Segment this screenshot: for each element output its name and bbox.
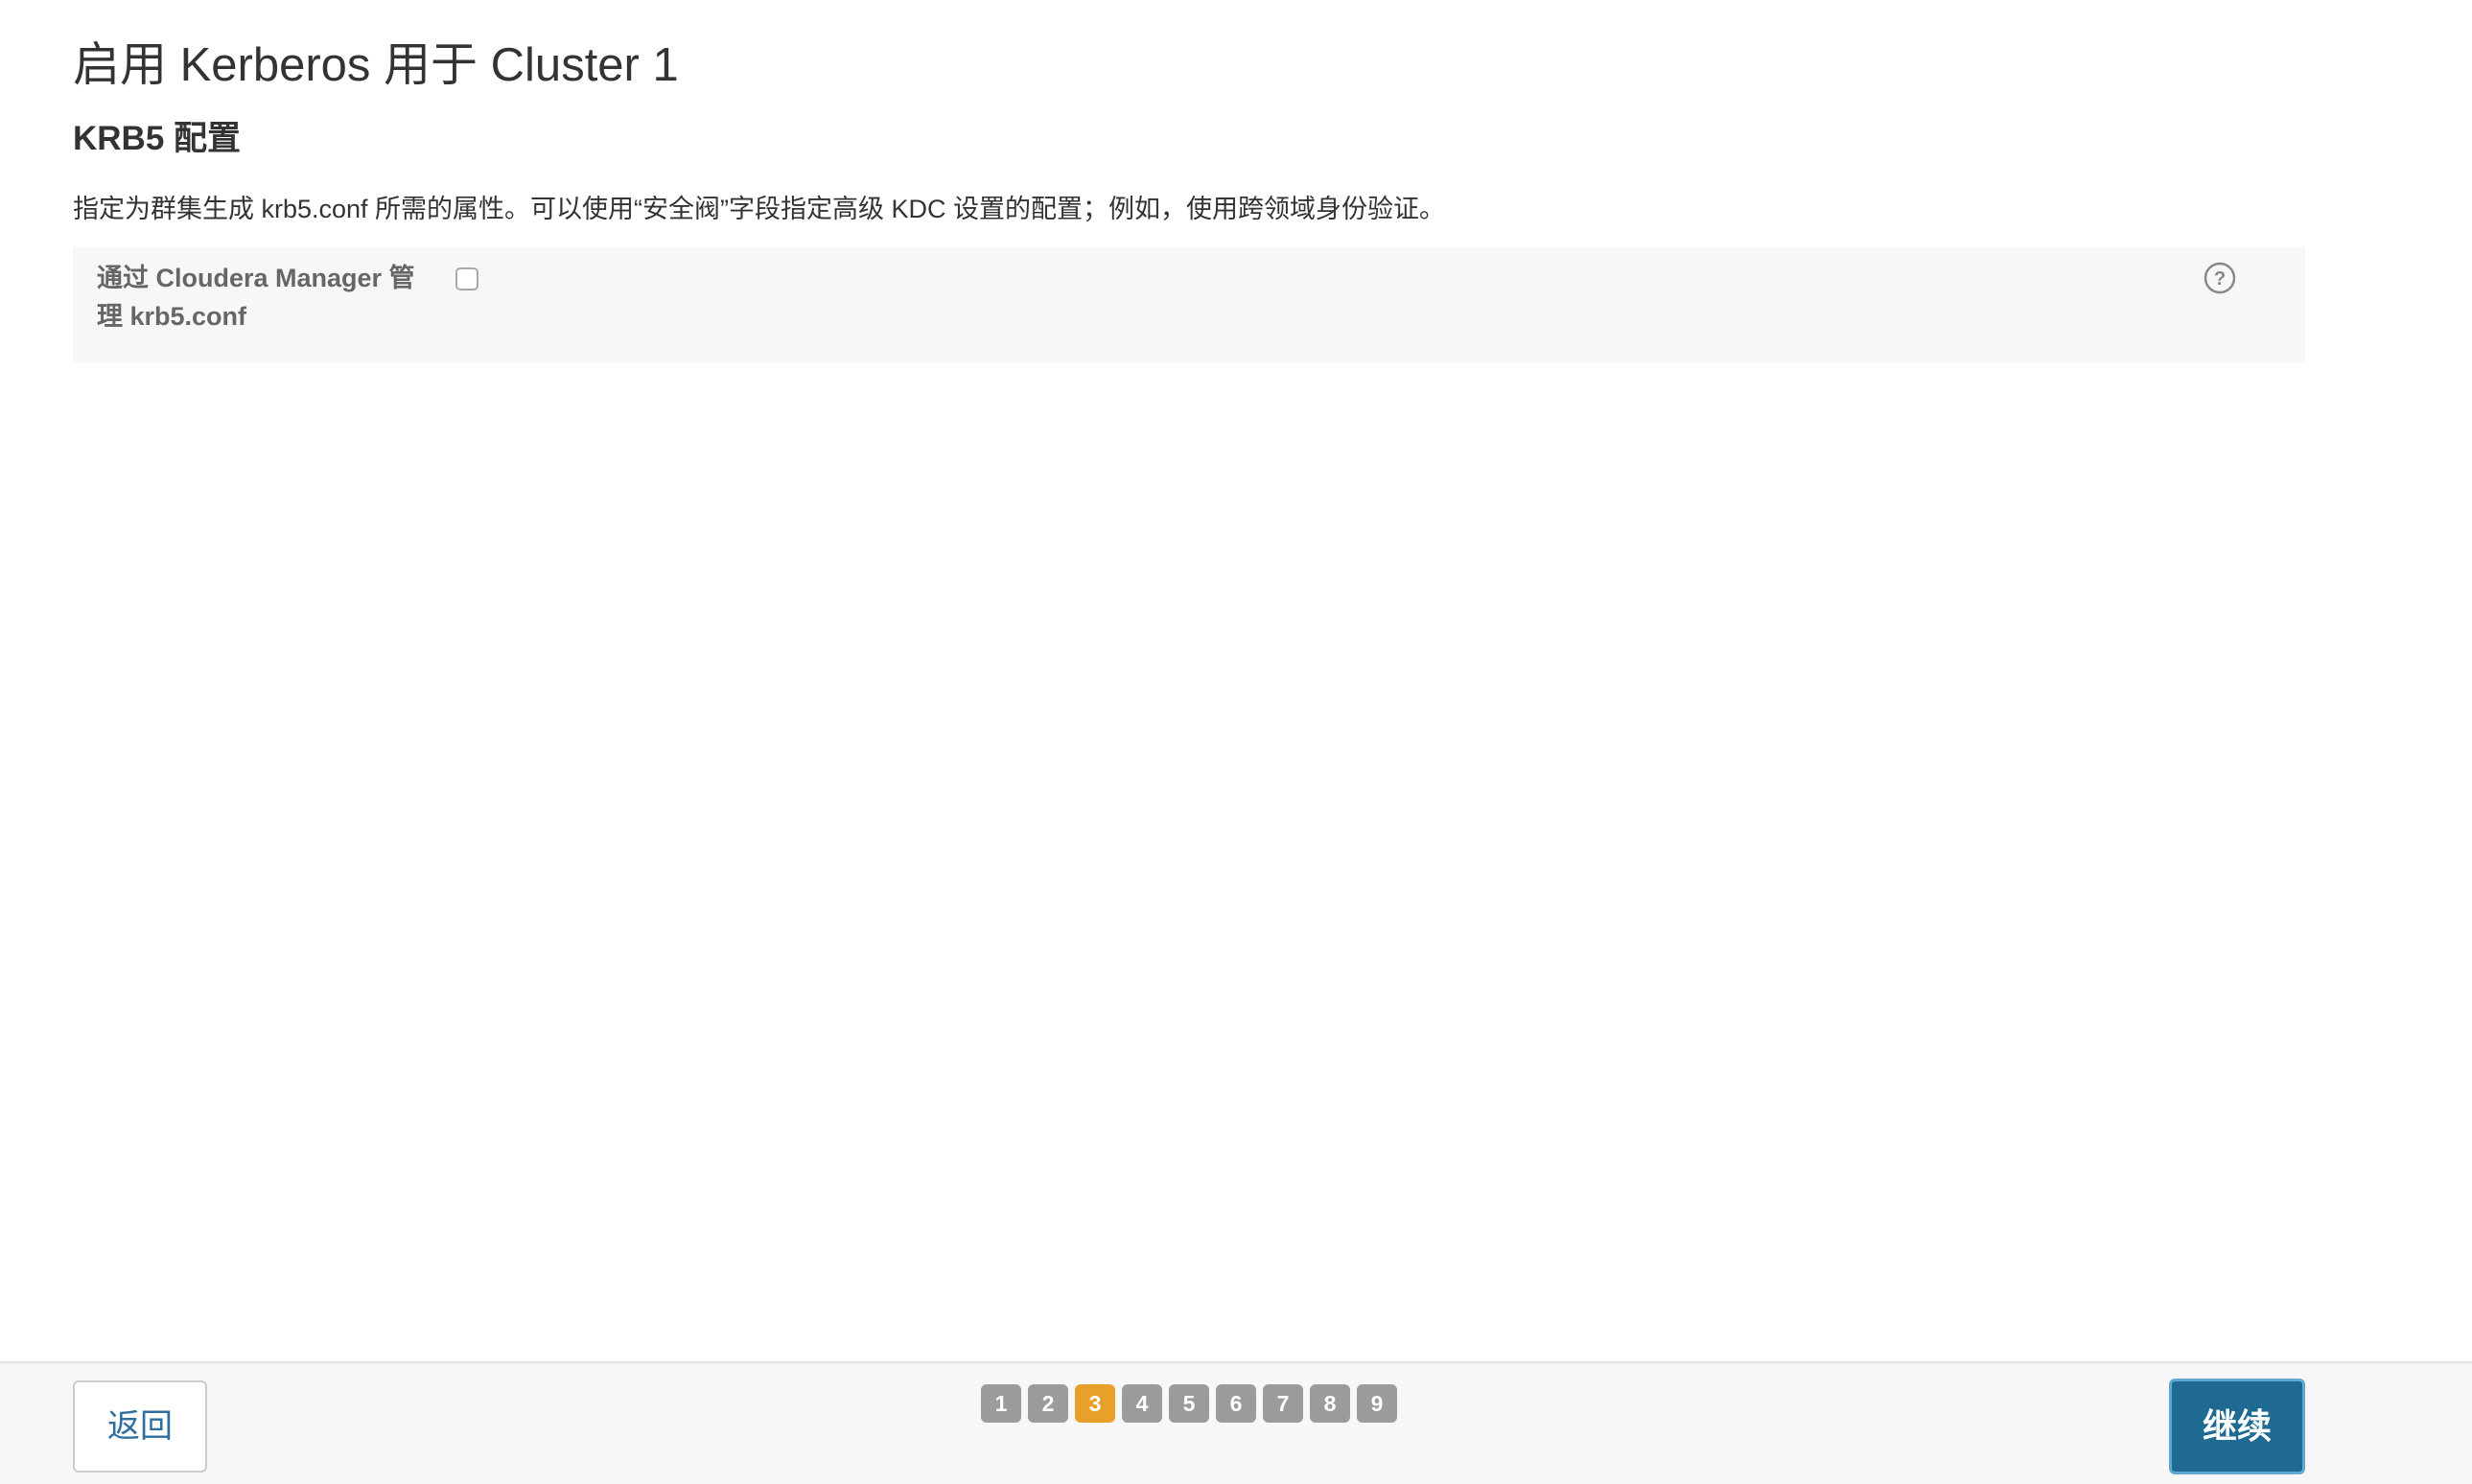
step-9[interactable]: 9 <box>1357 1384 1397 1423</box>
section-title: KRB5 配置 <box>73 120 242 157</box>
step-4[interactable]: 4 <box>1122 1384 1162 1423</box>
back-button[interactable]: 返回 <box>73 1380 207 1472</box>
step-3-current[interactable]: 3 <box>1075 1384 1115 1423</box>
continue-button[interactable]: 继续 <box>2169 1379 2305 1474</box>
page-title: 启用 Kerberos 用于 Cluster 1 <box>73 39 679 91</box>
step-5[interactable]: 5 <box>1169 1384 1209 1423</box>
manage-krb5-label-line2: 理 krb5.conf <box>97 302 247 331</box>
manage-krb5-checkbox[interactable] <box>455 267 478 290</box>
krb5-config-row: 通过 Cloudera Manager 管 理 krb5.conf ? <box>73 247 2305 362</box>
step-2[interactable]: 2 <box>1028 1384 1068 1423</box>
svg-text:?: ? <box>2214 268 2226 290</box>
wizard-footer: 返回 1 2 3 4 5 6 7 8 9 继续 <box>0 1361 2472 1484</box>
wizard-steps: 1 2 3 4 5 6 7 8 9 <box>981 1384 1397 1423</box>
step-1[interactable]: 1 <box>981 1384 1021 1423</box>
step-6[interactable]: 6 <box>1216 1384 1256 1423</box>
manage-krb5-label-line1: 通过 Cloudera Manager 管 <box>97 264 415 292</box>
question-circle-icon[interactable]: ? <box>2204 262 2236 294</box>
step-7[interactable]: 7 <box>1263 1384 1303 1423</box>
description-text: 指定为群集生成 krb5.conf 所需的属性。可以使用“安全阀”字段指定高级 … <box>73 195 1446 223</box>
step-8[interactable]: 8 <box>1310 1384 1350 1423</box>
manage-krb5-label: 通过 Cloudera Manager 管 理 krb5.conf <box>97 259 442 336</box>
